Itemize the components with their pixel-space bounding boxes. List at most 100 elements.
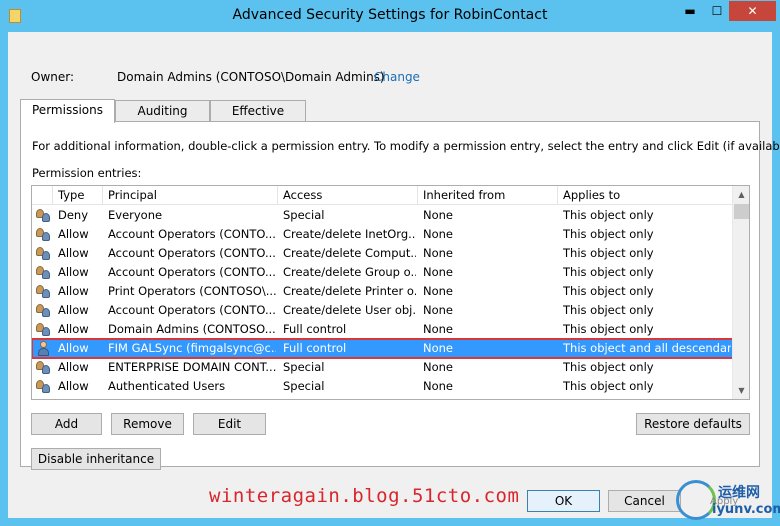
cell-applies-to: This object only [563,303,654,317]
column-header-type[interactable]: Type [53,186,103,205]
watermark-text: winteragain.blog.51cto.com [209,485,520,507]
cell-inherited-from: None [423,246,454,260]
scroll-up-arrow-icon[interactable]: ▲ [733,186,749,203]
users-icon [36,361,50,374]
cell-type: Allow [58,379,89,393]
users-icon [36,247,50,260]
cell-applies-to: This object only [563,227,654,241]
column-header-principal[interactable]: Principal [103,186,278,205]
cell-inherited-from: None [423,379,454,393]
table-row[interactable]: Allow Account Operators (CONTO... Create/d… [32,225,733,244]
cell-principal: Everyone [108,208,163,222]
cell-applies-to: This object only [563,322,654,336]
cancel-button[interactable]: Cancel [608,490,681,512]
permission-entries-label: Permission entries: [32,166,142,180]
table-row[interactable]: Allow Account Operators (CONTO... Create/d… [32,263,733,282]
cell-type: Deny [58,208,89,222]
cell-principal: ENTERPRISE DOMAIN CONT... [108,360,276,374]
table-row-selected[interactable]: Allow FIM GALSync (fimgalsync@c... Full co… [32,338,734,359]
table-row[interactable]: Allow Authenticated Users Special None This … [32,377,733,396]
cell-principal: Account Operators (CONTO... [108,246,276,260]
cell-principal: Account Operators (CONTO... [108,303,276,317]
table-row[interactable]: Allow Domain Admins (CONTOSO... Full contr… [32,320,733,339]
cell-inherited-from: None [423,265,454,279]
cell-type: Allow [58,341,89,355]
cell-applies-to: This object only [563,246,654,260]
users-icon [36,228,50,241]
users-icon [36,209,50,222]
title-bar[interactable]: Advanced Security Settings for RobinCont… [0,0,780,32]
table-row[interactable]: Allow Print Operators (CONTOSO\... Create/… [32,282,733,301]
owner-label: Owner: [31,70,75,84]
dialog-client: Owner: Domain Admins (CONTOSO\Domain Adm… [8,32,780,518]
cell-type: Allow [58,303,89,317]
cell-applies-to: This object only [563,379,654,393]
disable-inheritance-button[interactable]: Disable inheritance [31,448,161,470]
cell-type: Allow [58,360,89,374]
cell-principal: Account Operators (CONTO... [108,265,276,279]
cell-applies-to: This object only [563,265,654,279]
scroll-thumb[interactable] [734,204,749,219]
owner-value: Domain Admins (CONTOSO\Domain Admins) [117,70,385,84]
list-rows: Deny Everyone Special None This object only A… [32,206,734,396]
minimize-button[interactable]: ▬ [676,1,704,21]
ok-button[interactable]: OK [527,490,600,512]
cell-access: Create/delete InetOrg... [283,227,416,241]
cell-applies-to: This object and all descendan... [563,341,731,355]
window-frame: Advanced Security Settings for RobinCont… [0,0,780,526]
info-text: For additional information, double-click… [32,139,780,153]
maximize-button[interactable]: ☐ [703,1,731,21]
cell-type: Allow [58,322,89,336]
edit-button[interactable]: Edit [193,413,266,435]
cell-access: Special [283,379,325,393]
cell-type: Allow [58,227,89,241]
table-row[interactable]: Deny Everyone Special None This object only [32,206,733,225]
change-owner-link[interactable]: Change [374,70,420,84]
users-icon [36,380,50,393]
cell-principal: FIM GALSync (fimgalsync@c... [108,341,276,355]
close-button[interactable]: ✕ [729,1,776,21]
cell-type: Allow [58,284,89,298]
column-header-applies-to[interactable]: Applies to [558,186,733,205]
column-header-inherited-from[interactable]: Inherited from [418,186,558,205]
users-icon [36,304,50,317]
scroll-down-arrow-icon[interactable]: ▼ [733,382,749,399]
users-icon [36,285,50,298]
cell-access: Create/delete User obj... [283,303,416,317]
cell-inherited-from: None [423,360,454,374]
user-icon [37,341,49,356]
cell-access: Create/delete Group o... [283,265,416,279]
cell-principal: Authenticated Users [108,379,226,393]
users-icon [36,323,50,336]
column-header-access[interactable]: Access [278,186,418,205]
permission-entries-list[interactable]: Type Principal Access Inherited from App… [31,185,750,400]
table-row[interactable]: Allow Account Operators (CONTO... Create/d… [32,301,733,320]
remove-button[interactable]: Remove [111,413,184,435]
tab-permissions[interactable]: Permissions [20,99,115,123]
cell-applies-to: This object only [563,284,654,298]
cell-inherited-from: None [423,227,454,241]
table-row[interactable]: Allow ENTERPRISE DOMAIN CONT... Special Non… [32,358,733,377]
logo-url-text: iyunv.com [712,502,780,517]
cell-inherited-from: None [423,208,454,222]
cell-access: Full control [283,341,347,355]
cell-applies-to: This object only [563,360,654,374]
vertical-scrollbar[interactable]: ▲ ▼ [732,186,749,399]
tab-auditing[interactable]: Auditing [115,100,210,122]
cell-access: Special [283,208,325,222]
cell-type: Allow [58,246,89,260]
tab-effective-access[interactable]: Effective Access [210,100,306,138]
site-logo: Apply 运维网 iyunv.com [672,478,780,526]
cell-principal: Domain Admins (CONTOSO... [108,322,276,336]
cell-inherited-from: None [423,303,454,317]
add-button[interactable]: Add [31,413,102,435]
header-icon-column[interactable] [32,186,53,205]
restore-defaults-button[interactable]: Restore defaults [636,413,750,435]
cell-inherited-from: None [423,284,454,298]
cell-access: Full control [283,322,347,336]
table-row[interactable]: Allow Account Operators (CONTO... Create/d… [32,244,733,263]
cell-type: Allow [58,265,89,279]
cell-access: Create/delete Printer o... [283,284,416,298]
window-title: Advanced Security Settings for RobinCont… [232,7,548,23]
cell-applies-to: This object only [563,208,654,222]
